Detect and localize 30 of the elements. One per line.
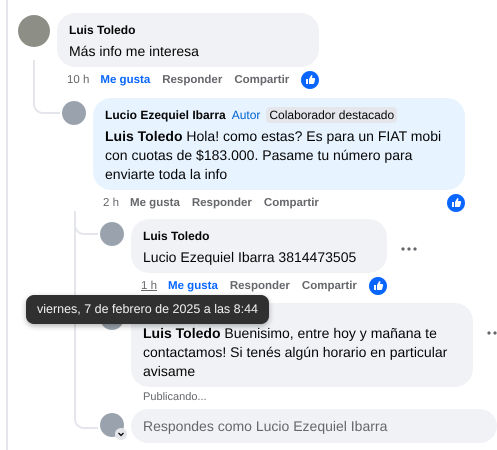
posting-status: Publicando...	[142, 390, 208, 404]
like-button[interactable]: Me gusta	[100, 72, 150, 88]
reply-button[interactable]: Responder	[192, 195, 252, 211]
author-label: Autor	[232, 108, 260, 122]
reply-button[interactable]: Responder	[162, 72, 222, 88]
avatar	[62, 101, 86, 125]
comment-text: Luis Toledo Buenisimo, entre hoy y mañana te contactamos! Si tenés algún horario en particular avisame	[143, 324, 448, 381]
comment-text: Más info me interesa	[69, 42, 200, 61]
author-name[interactable]: Luis Toledo	[69, 23, 136, 37]
like-button[interactable]: Me gusta	[130, 195, 180, 211]
author-name[interactable]: Luis Toledo	[143, 229, 210, 243]
date-tooltip: viernes, 7 de febrero de 2025 a las 8:44	[26, 295, 269, 324]
share-button[interactable]: Compartir	[234, 72, 290, 88]
more-icon[interactable]	[400, 247, 417, 251]
timestamp[interactable]: 10 h	[67, 72, 90, 88]
avatar	[100, 222, 124, 246]
share-button[interactable]: Compartir	[264, 195, 319, 211]
share-button[interactable]: Compartir	[302, 278, 357, 294]
avatar	[18, 15, 50, 47]
comment-text: Lucio Ezequiel Ibarra 3814473505	[143, 248, 358, 267]
like-button[interactable]: Me gusta	[168, 278, 218, 294]
comment-text: Luis Toledo Hola! como estas? Es para un FIAT mobi con cuotas de $183.000. Pasame tu número para enviarte toda la info	[105, 127, 442, 184]
contributor-tag: Colaborador destacado	[266, 107, 398, 123]
author-name[interactable]: Lucio Ezequiel Ibarra	[105, 108, 226, 122]
thread-line	[33, 60, 60, 114]
timestamp[interactable]: 2 h	[103, 195, 119, 211]
timestamp[interactable]: 1 h	[141, 278, 157, 294]
reply-button[interactable]: Responder	[230, 278, 290, 294]
reply-field[interactable]: Respondes como Lucio Ezequiel Ibarra	[131, 409, 497, 443]
chevron-icon[interactable]	[115, 428, 127, 440]
